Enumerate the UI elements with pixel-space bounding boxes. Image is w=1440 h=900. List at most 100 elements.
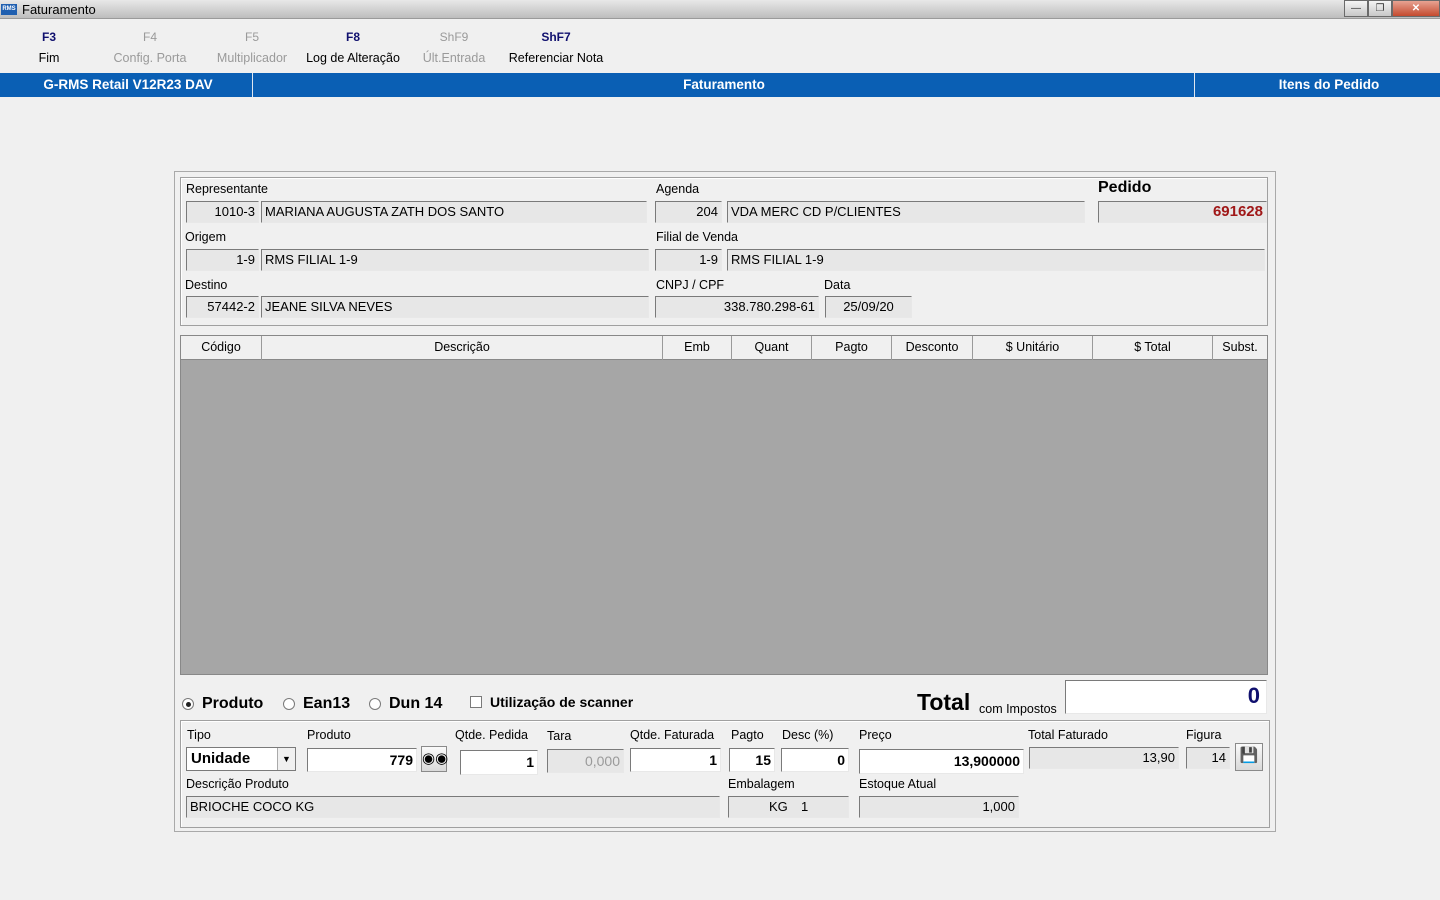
fkey-label: Config. Porta xyxy=(113,51,187,65)
destino-code-field[interactable]: 57442-2 xyxy=(186,296,259,318)
qtde-faturada-label: Qtde. Faturada xyxy=(630,728,715,742)
minimize-icon[interactable]: — xyxy=(1344,0,1368,17)
tipo-label: Tipo xyxy=(187,728,211,742)
embalagem-label: Embalagem xyxy=(728,777,795,791)
fkey-key: ShF7 xyxy=(541,30,571,44)
order-header-box: Representante 1010-3 MARIANA AUGUSTA ZAT… xyxy=(180,177,1268,326)
fkey-f5-multiplicador[interactable]: F5 Multiplicador xyxy=(197,30,307,65)
fkey-f4-config-porta[interactable]: F4 Config. Porta xyxy=(95,30,205,65)
col-codigo[interactable]: Código xyxy=(181,336,262,360)
col-descricao[interactable]: Descrição xyxy=(262,336,663,360)
fkey-key: F8 xyxy=(345,30,360,44)
total-title: Total xyxy=(917,689,971,715)
cnpj-field[interactable]: 338.780.298-61 xyxy=(655,296,819,318)
window-title: Faturamento xyxy=(22,2,96,17)
origem-name-field[interactable]: RMS FILIAL 1-9 xyxy=(261,249,649,271)
total-value-field: 0 xyxy=(1065,680,1267,714)
fkey-shf7-referenciar-nota[interactable]: ShF7 Referenciar Nota xyxy=(501,30,611,65)
figura-field: 14 xyxy=(1186,747,1230,769)
app-icon: RMS xyxy=(1,4,17,15)
embalagem-field: KG 1 xyxy=(728,796,849,818)
radio-produto[interactable]: Produto xyxy=(182,695,263,713)
origem-label: Origem xyxy=(185,230,226,244)
filial-name-field[interactable]: RMS FILIAL 1-9 xyxy=(727,249,1265,271)
descricao-produto-label: Descrição Produto xyxy=(186,777,289,791)
save-icon[interactable]: 💾 xyxy=(1235,743,1263,771)
col-emb[interactable]: Emb xyxy=(663,336,732,360)
filial-code-field[interactable]: 1-9 xyxy=(655,249,722,271)
representante-name-field[interactable]: MARIANA AUGUSTA ZATH DOS SANTO xyxy=(261,201,647,223)
fkey-f3-fim[interactable]: F3 Fim xyxy=(0,30,104,65)
screen-name: Faturamento xyxy=(683,77,765,92)
tipo-value: Unidade xyxy=(191,750,251,767)
preco-input[interactable]: 13,900000 xyxy=(859,749,1024,774)
cnpj-label: CNPJ / CPF xyxy=(656,278,725,292)
checkbox-box xyxy=(470,696,482,708)
destino-name-field[interactable]: JEANE SILVA NEVES xyxy=(261,296,649,318)
fkey-f8-log-alteracao[interactable]: F8 Log de Alteração xyxy=(298,30,408,65)
grid-header: Código Descrição Emb Quant Pagto Descont… xyxy=(181,336,1267,360)
fkey-label: Multiplicador xyxy=(216,51,288,65)
representante-label: Representante xyxy=(186,182,269,196)
total-faturado-field: 13,90 xyxy=(1029,747,1179,769)
total-faturado-label: Total Faturado xyxy=(1028,728,1108,742)
restore-icon[interactable]: ❐ xyxy=(1368,0,1392,17)
close-icon[interactable]: ✕ xyxy=(1392,0,1440,17)
header-band: G-RMS Retail V12R23 DAV Faturamento Iten… xyxy=(0,73,1440,97)
radio-ean13[interactable]: Ean13 xyxy=(283,695,350,713)
col-subst[interactable]: Subst. xyxy=(1213,336,1267,360)
radio-label: Produto xyxy=(202,695,264,712)
tara-label: Tara xyxy=(547,729,572,743)
fkey-key: F4 xyxy=(142,30,157,44)
qtde-pedida-input[interactable]: 1 xyxy=(460,750,538,775)
desc-input[interactable]: 0 xyxy=(781,748,849,772)
radio-label: Dun 14 xyxy=(389,695,443,712)
col-unitario[interactable]: $ Unitário xyxy=(973,336,1093,360)
fkey-label: Log de Alteração xyxy=(306,51,400,65)
item-entry-box: Tipo Unidade ▼ Produto 779 ◉◉ Qtde. Pedi… xyxy=(180,720,1270,828)
desc-label: Desc (%) xyxy=(782,728,834,742)
fkey-key: F5 xyxy=(244,30,259,44)
col-quant[interactable]: Quant xyxy=(732,336,812,360)
scanner-checkbox[interactable]: Utilização de scanner xyxy=(470,694,633,710)
fkey-shf9-ult-entrada[interactable]: ShF9 Últ.Entrada xyxy=(399,30,509,65)
origem-code-field[interactable]: 1-9 xyxy=(186,249,259,271)
window-controls: — ❐ ✕ xyxy=(1344,0,1440,18)
produto-label: Produto xyxy=(307,728,351,742)
produto-input[interactable]: 779 xyxy=(307,748,417,772)
binoculars-icon[interactable]: ◉◉ xyxy=(421,746,448,772)
radio-dot xyxy=(182,698,194,710)
window-titlebar: RMS Faturamento — ❐ ✕ xyxy=(0,0,1440,19)
data-field[interactable]: 25/09/20 xyxy=(825,296,912,318)
agenda-name-field[interactable]: VDA MERC CD P/CLIENTES xyxy=(727,201,1085,223)
tara-field[interactable]: 0,000 xyxy=(547,749,624,773)
col-pagto[interactable]: Pagto xyxy=(812,336,892,360)
col-total[interactable]: $ Total xyxy=(1093,336,1213,360)
order-panel: Representante 1010-3 MARIANA AUGUSTA ZAT… xyxy=(174,171,1276,832)
embalagem-unit: KG xyxy=(769,799,788,814)
agenda-label: Agenda xyxy=(656,182,700,196)
embalagem-qty: 1 xyxy=(801,799,809,814)
representante-code-field[interactable]: 1010-3 xyxy=(186,201,259,223)
system-name: G-RMS Retail V12R23 DAV xyxy=(43,77,213,92)
section-name: Itens do Pedido xyxy=(1278,77,1380,92)
qtde-pedida-label: Qtde. Pedida xyxy=(455,728,528,742)
col-desconto[interactable]: Desconto xyxy=(892,336,973,360)
pedido-label: Pedido xyxy=(1098,179,1152,196)
destino-label: Destino xyxy=(185,278,228,292)
tipo-select[interactable]: Unidade ▼ xyxy=(186,747,296,771)
radio-label: Ean13 xyxy=(303,695,351,712)
preco-label: Preço xyxy=(859,728,892,742)
items-grid[interactable]: Código Descrição Emb Quant Pagto Descont… xyxy=(180,335,1268,675)
estoque-field: 1,000 xyxy=(859,796,1019,818)
pagto-input[interactable]: 15 xyxy=(729,748,775,772)
radio-dot xyxy=(283,698,295,710)
fkey-key: ShF9 xyxy=(439,30,469,44)
agenda-code-field[interactable]: 204 xyxy=(655,201,722,223)
qtde-faturada-input[interactable]: 1 xyxy=(630,748,721,772)
pedido-number-field: 691628 xyxy=(1098,201,1267,223)
radio-dun14[interactable]: Dun 14 xyxy=(369,695,442,713)
fkey-label: Últ.Entrada xyxy=(422,51,486,65)
chevron-down-icon[interactable]: ▼ xyxy=(277,748,295,770)
filial-label: Filial de Venda xyxy=(656,230,739,244)
